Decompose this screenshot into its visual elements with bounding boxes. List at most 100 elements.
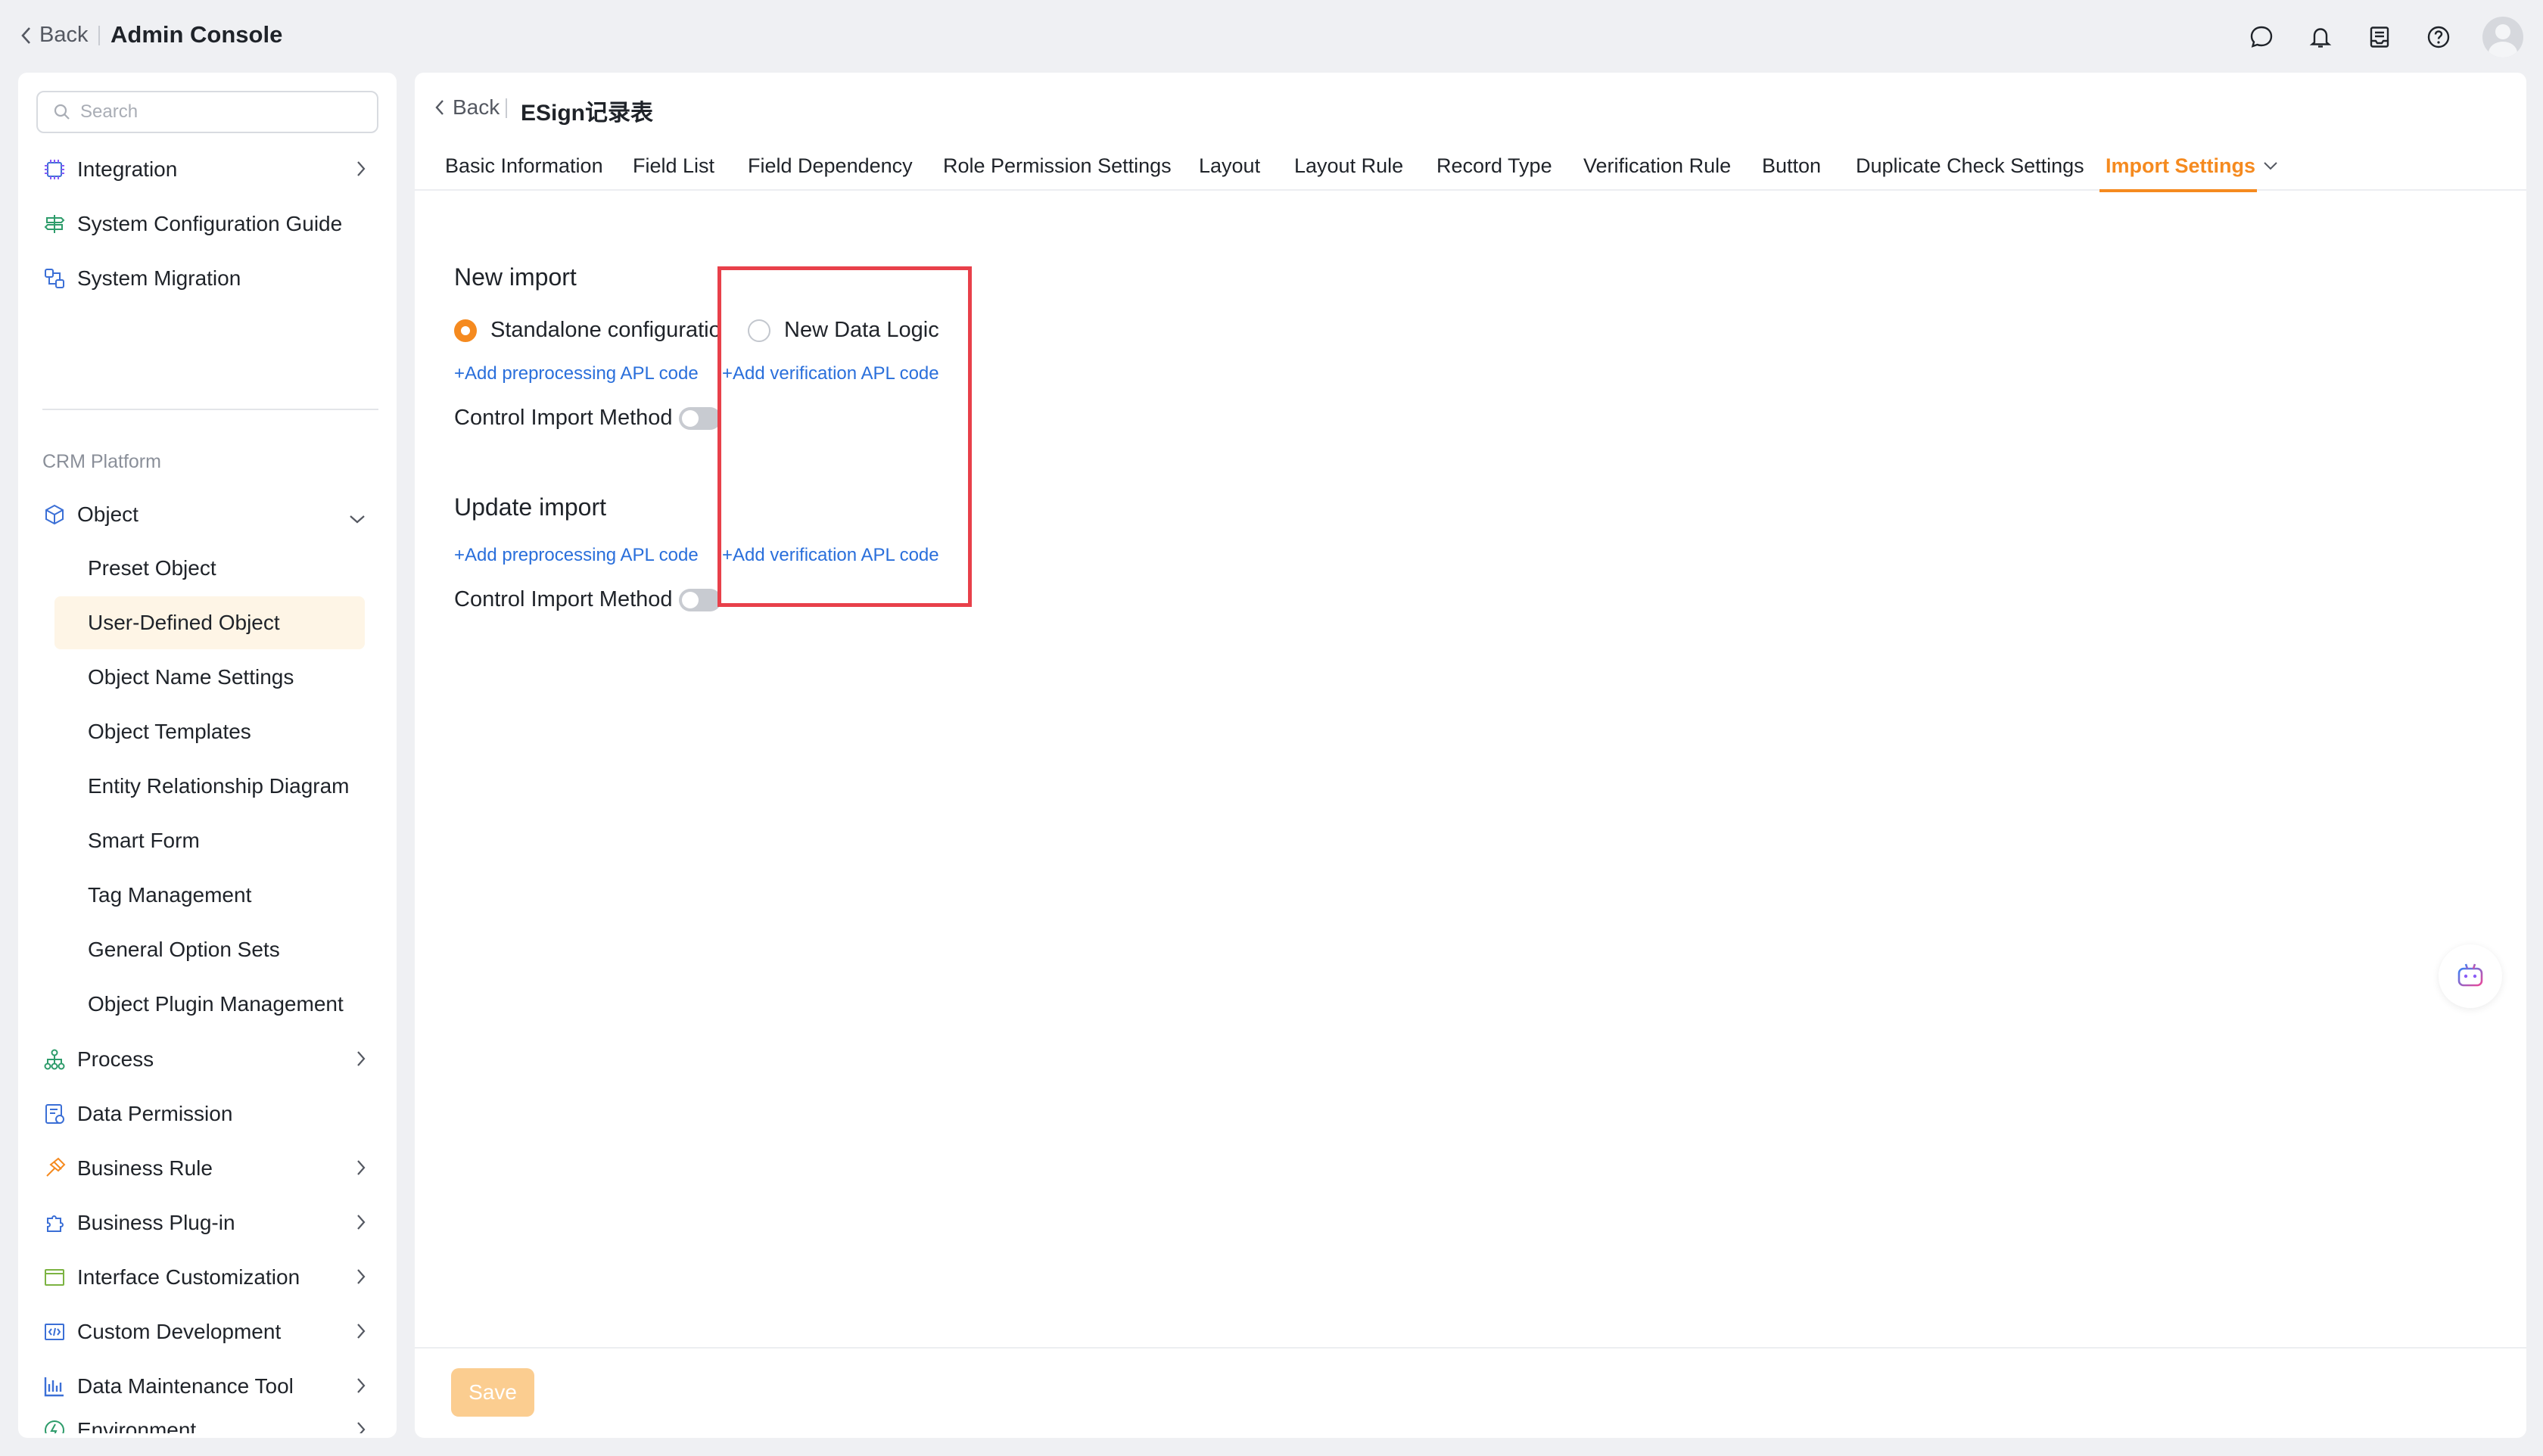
app-title: Admin Console <box>110 21 283 48</box>
chevron-right-icon <box>356 1267 366 1291</box>
bell-icon[interactable] <box>2305 22 2336 52</box>
robot-icon <box>2457 963 2483 987</box>
sidebar-subitem-entity-relationship-diagram[interactable]: Entity Relationship Diagram <box>54 760 365 813</box>
sidebar-item-interface-customization[interactable]: Interface Customization <box>41 1253 374 1302</box>
tab-import-settings-label: Import Settings <box>2106 154 2256 177</box>
sidebar-item-environment[interactable]: Environment <box>41 1412 374 1433</box>
plugin-icon <box>41 1209 68 1237</box>
sidebar-divider <box>42 409 378 410</box>
object-icon <box>41 501 68 528</box>
migration-icon <box>41 265 68 292</box>
chevron-right-icon <box>356 1158 366 1182</box>
radio-unselected-indicator <box>748 319 770 342</box>
control-import-method-row: Control Import Method <box>454 587 721 612</box>
sidebar-item-data-maintenance-tool[interactable]: Data Maintenance Tool <box>41 1362 374 1411</box>
assistant-bot-button[interactable] <box>2439 944 2502 1008</box>
main-back-button[interactable]: Back <box>434 95 500 120</box>
top-back-button[interactable]: Back <box>20 23 88 48</box>
top-bar: Back Admin Console <box>0 0 2543 71</box>
sidebar-item-process[interactable]: Process <box>41 1035 374 1084</box>
radio-label: Standalone configuration <box>490 318 717 342</box>
permission-icon <box>41 1100 68 1128</box>
rule-icon <box>41 1155 68 1182</box>
control-import-method-toggle[interactable] <box>678 588 721 611</box>
code-icon <box>41 1318 68 1346</box>
radio-new-data-logic[interactable]: New Data Logic <box>748 318 939 343</box>
tab-layout-rule[interactable]: Layout Rule <box>1294 141 1403 191</box>
sidebar-item-label: Business Plug-in <box>77 1211 235 1234</box>
sidebar-item-label: System Migration <box>77 266 241 290</box>
environment-icon <box>41 1417 68 1433</box>
sidebar-subitem-object-plugin-management[interactable]: Object Plugin Management <box>54 978 365 1031</box>
inbox-icon[interactable] <box>2364 22 2395 52</box>
tab-import-settings[interactable]: Import Settings <box>2106 141 2278 191</box>
chat-icon[interactable] <box>2246 22 2277 52</box>
tab-duplicate-check-settings[interactable]: Duplicate Check Settings <box>1856 141 2084 191</box>
tab-record-type[interactable]: Record Type <box>1436 141 1552 191</box>
control-import-method-toggle[interactable] <box>678 406 721 430</box>
main-back-label: Back <box>453 95 500 119</box>
sidebar-item-data-permission[interactable]: Data Permission <box>41 1090 374 1138</box>
sidebar-item-system-configuration-guide[interactable]: System Configuration Guide <box>41 200 374 248</box>
tab-layout[interactable]: Layout <box>1199 141 1260 191</box>
tab-basic-information[interactable]: Basic Information <box>445 141 603 191</box>
sidebar-subitem-preset-object[interactable]: Preset Object <box>54 542 365 595</box>
sidebar-subitem-object-name-settings[interactable]: Object Name Settings <box>54 651 365 704</box>
sidebar-item-label: Object <box>77 502 139 526</box>
add-preprocessing-apl-link[interactable]: +Add preprocessing APL code <box>454 363 699 384</box>
chevron-left-icon <box>435 100 444 115</box>
sidebar-subitem-smart-form[interactable]: Smart Form <box>54 814 365 867</box>
sidebar-subitem-label: Tag Management <box>88 883 252 907</box>
sidebar-item-integration[interactable]: Integration <box>41 145 374 194</box>
sidebar-item-business-rule[interactable]: Business Rule <box>41 1144 374 1193</box>
sidebar-subitem-tag-management[interactable]: Tag Management <box>54 869 365 922</box>
tab-button[interactable]: Button <box>1762 141 1821 191</box>
sidebar-item-system-migration[interactable]: System Migration <box>41 254 374 303</box>
update-import-heading: Update import <box>454 493 606 521</box>
new-import-heading: New import <box>454 263 577 291</box>
sidebar-subitem-label: Object Name Settings <box>88 665 294 689</box>
sidebar-item-label: Interface Customization <box>77 1265 300 1289</box>
tab-field-list[interactable]: Field List <box>633 141 714 191</box>
sidebar: Integration System Configuration Guide S… <box>18 73 397 1438</box>
sidebar-item-label: Business Rule <box>77 1156 213 1180</box>
sidebar-subitem-general-option-sets[interactable]: General Option Sets <box>54 923 365 976</box>
sidebar-clip: Environment <box>18 1412 397 1433</box>
chevron-down-icon <box>2264 162 2277 170</box>
tab-verification-rule[interactable]: Verification Rule <box>1583 141 1731 191</box>
radio-selected-indicator <box>454 319 477 342</box>
sidebar-item-label: Integration <box>77 157 178 181</box>
guide-icon <box>41 210 68 238</box>
radio-label: New Data Logic <box>784 318 939 342</box>
sidebar-item-custom-development[interactable]: Custom Development <box>41 1308 374 1356</box>
radio-standalone-configuration[interactable]: Standalone configuration <box>454 318 717 343</box>
tab-field-dependency[interactable]: Field Dependency <box>748 141 913 191</box>
footer-divider <box>415 1347 2526 1349</box>
control-import-method-row: Control Import Method <box>454 406 721 431</box>
tab-bar: Basic Information Field List Field Depen… <box>415 141 2526 191</box>
sidebar-subitem-label: Smart Form <box>88 829 200 852</box>
sidebar-subitem-user-defined-object[interactable]: User-Defined Object <box>54 596 365 649</box>
add-verification-apl-link[interactable]: +Add verification APL code <box>722 545 939 566</box>
add-preprocessing-apl-link[interactable]: +Add preprocessing APL code <box>454 545 699 566</box>
chevron-right-icon <box>356 1212 366 1237</box>
help-icon[interactable] <box>2423 22 2454 52</box>
chevron-down-icon <box>348 506 366 530</box>
sidebar-item-label: Environment <box>77 1418 197 1433</box>
tab-role-permission-settings[interactable]: Role Permission Settings <box>943 141 1172 191</box>
sidebar-subitem-label: Object Templates <box>88 720 251 743</box>
integration-icon <box>41 156 68 183</box>
user-avatar[interactable] <box>2482 17 2523 58</box>
search-icon <box>54 104 70 120</box>
add-verification-apl-link[interactable]: +Add verification APL code <box>722 363 939 384</box>
save-button[interactable]: Save <box>451 1368 534 1417</box>
sidebar-item-business-plug-in[interactable]: Business Plug-in <box>41 1199 374 1247</box>
main-separator <box>506 98 507 118</box>
chevron-left-icon <box>21 26 30 44</box>
sidebar-item-object[interactable]: Object <box>41 490 374 539</box>
search-input[interactable] <box>80 101 368 123</box>
sidebar-search <box>36 91 378 133</box>
sidebar-subitem-object-templates[interactable]: Object Templates <box>54 705 365 758</box>
top-back-label: Back <box>39 23 89 47</box>
interface-icon <box>41 1264 68 1291</box>
